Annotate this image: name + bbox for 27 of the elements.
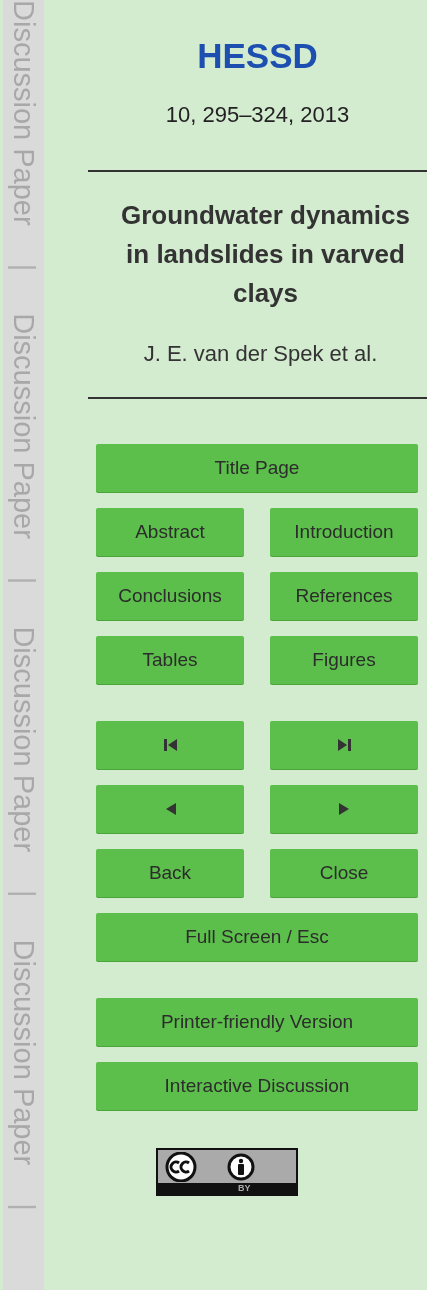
- separator-mark: |: [7, 576, 41, 585]
- nav-button[interactable]: Introduction: [270, 508, 418, 556]
- nav-button[interactable]: Title Page: [96, 444, 418, 492]
- paper-title: Groundwater dynamics in landslides in varved clays: [120, 199, 411, 310]
- nav-button[interactable]: Figures: [270, 636, 418, 684]
- first-page-button[interactable]: [96, 721, 244, 769]
- skip-forward-icon: [336, 738, 352, 752]
- license-label: BY: [158, 1183, 296, 1194]
- nav-button[interactable]: Abstract: [96, 508, 244, 556]
- separator-mark: |: [7, 1203, 41, 1211]
- separator-mark: |: [7, 890, 41, 898]
- authors: J. E. van der Spek et al.: [142, 341, 379, 367]
- nav-button[interactable]: Tables: [96, 636, 244, 684]
- skip-back-icon: [162, 738, 178, 752]
- nav-button[interactable]: Printer-friendly Version: [96, 998, 418, 1046]
- last-page-button[interactable]: [270, 721, 418, 769]
- journal-name: HESSD: [197, 36, 318, 76]
- nav-button[interactable]: Interactive Discussion: [96, 1062, 418, 1110]
- nav-button[interactable]: Back: [96, 849, 244, 897]
- separator-mark: |: [7, 263, 41, 272]
- citation: 10, 295–324, 2013: [165, 102, 350, 128]
- nav-button[interactable]: Full Screen / Esc: [96, 913, 418, 961]
- nav-button[interactable]: Close: [270, 849, 418, 897]
- nav-button[interactable]: References: [270, 572, 418, 620]
- nav-button[interactable]: Conclusions: [96, 572, 244, 620]
- next-page-button[interactable]: [270, 785, 418, 833]
- previous-page-button[interactable]: [96, 785, 244, 833]
